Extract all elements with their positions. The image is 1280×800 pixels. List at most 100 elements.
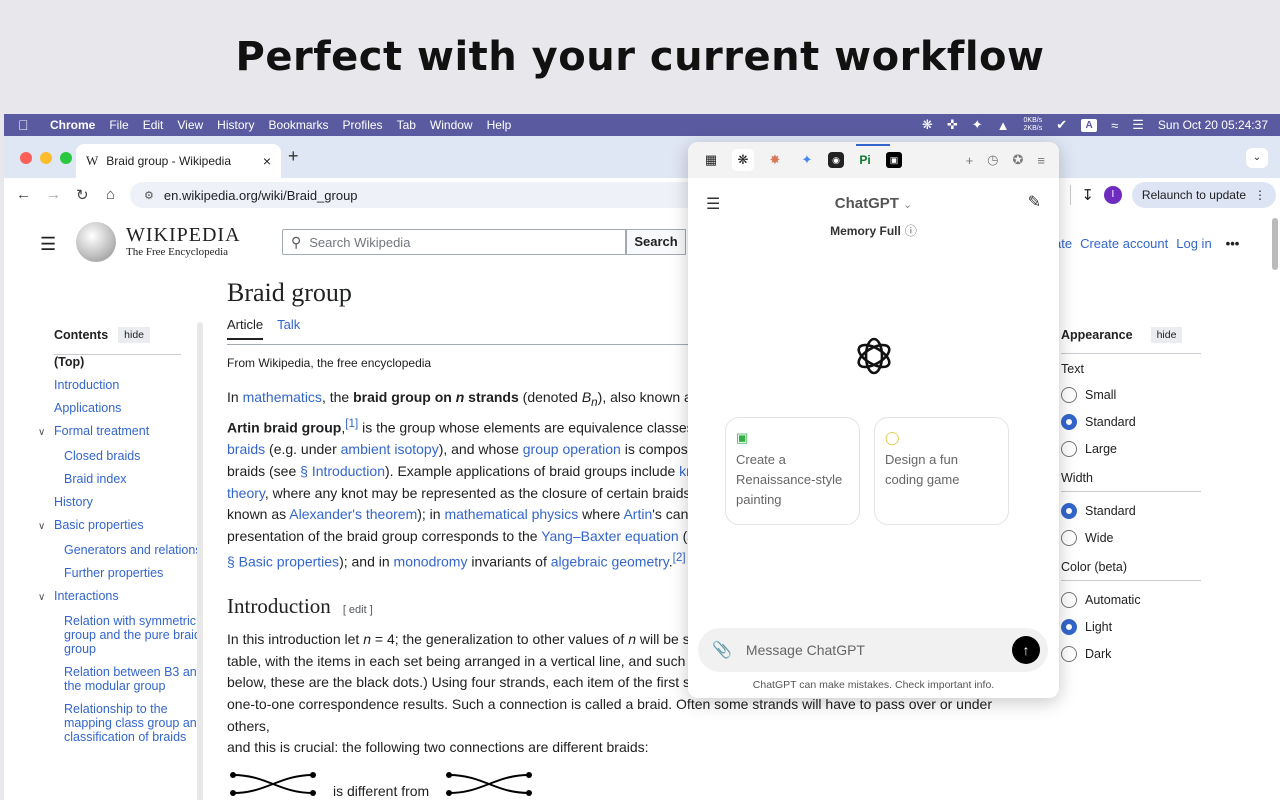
toc-item[interactable]: Relationship to the mapping class group … (54, 702, 204, 744)
history-icon[interactable]: ◷ (987, 152, 998, 168)
message-input[interactable]: 📎 Message ChatGPT ↑ (698, 628, 1048, 672)
cat-icon[interactable]: ▲ (997, 118, 1010, 133)
bird-icon[interactable]: ✔ (1056, 117, 1067, 133)
chevron-down-icon[interactable]: ∨ (38, 520, 54, 534)
chatgpt-menubar-icon[interactable]: ❋ (922, 117, 933, 133)
radio-option[interactable]: Large (1061, 441, 1201, 457)
model-selector[interactable]: ChatGPT ⌄ (835, 195, 912, 212)
main-menu-icon[interactable]: ☰ (40, 234, 56, 255)
new-chat-icon[interactable]: ✎ (1028, 192, 1041, 212)
radio-option[interactable]: Standard (1061, 503, 1201, 519)
pi-tab-icon[interactable]: Pi (854, 149, 876, 171)
copilot-tab-icon[interactable]: ◉ (828, 152, 844, 168)
link-braids[interactable]: braids (227, 441, 265, 457)
wikipedia-wordmark[interactable]: WIKIPEDIA (126, 224, 241, 247)
link-group-operation[interactable]: group operation (523, 441, 621, 457)
pin-icon[interactable]: ✪ (1013, 152, 1024, 168)
log-in-link[interactable]: Log in (1176, 236, 1211, 251)
toc-item[interactable]: Braid index (54, 472, 204, 486)
forward-icon[interactable]: → (46, 186, 61, 203)
suggestion-card-game[interactable]: ◯ Design a fun coding game (874, 417, 1009, 525)
suggestion-card-painting[interactable]: ▣ Create a Renaissance-style painting (725, 417, 860, 525)
wikipedia-globe-logo[interactable] (76, 222, 116, 262)
radio-button[interactable] (1061, 530, 1077, 546)
toc-item[interactable]: Generators and relations (54, 543, 204, 557)
crosshair-icon[interactable]: ✜ (947, 117, 958, 133)
wiki-search-input[interactable]: ⚲ Search Wikipedia (282, 229, 626, 255)
control-center-icon[interactable]: ☰ (1132, 117, 1144, 133)
home-icon[interactable]: ⌂ (106, 186, 115, 203)
toc-item[interactable]: Applications (54, 401, 204, 415)
site-info-icon[interactable]: ⚙ (144, 189, 154, 202)
page-scrollbar[interactable] (1272, 218, 1278, 270)
claude-tab-icon[interactable]: ✸ (764, 149, 786, 171)
toc-item[interactable]: ∨ Formal treatment (38, 424, 204, 440)
link-mathematics[interactable]: mathematics (243, 389, 322, 405)
toc-scrollbar[interactable] (197, 322, 203, 800)
menu-profiles[interactable]: Profiles (343, 118, 383, 132)
minimize-window-button[interactable] (40, 152, 52, 164)
toc-item[interactable]: ∨ Basic properties (38, 518, 204, 534)
reload-icon[interactable]: ↻ (76, 186, 89, 204)
perplexity-tab-icon[interactable]: ▣ (886, 152, 902, 168)
toc-item[interactable]: Relation between B3 and the modular grou… (54, 665, 204, 693)
tab-braid-group[interactable]: W Braid group - Wikipedia × (76, 144, 281, 178)
tab-search-button[interactable]: ⌄ (1246, 148, 1268, 168)
more-options-icon[interactable]: ••• (1226, 236, 1240, 251)
menu-window[interactable]: Window (430, 118, 473, 132)
menu-view[interactable]: View (177, 118, 203, 132)
toc-item[interactable]: Closed braids (54, 449, 204, 463)
toc-hide-button[interactable]: hide (118, 327, 151, 343)
tab-article[interactable]: Article (227, 314, 264, 341)
send-button[interactable]: ↑ (1012, 636, 1040, 664)
close-window-button[interactable] (20, 152, 32, 164)
menu-tab[interactable]: Tab (397, 118, 416, 132)
menu-history[interactable]: History (217, 118, 254, 132)
input-source-icon[interactable]: A (1081, 118, 1098, 132)
toc-item[interactable]: (Top) (54, 355, 204, 369)
toc-item[interactable]: ∨ Interactions (38, 589, 204, 605)
radio-option[interactable]: Dark (1061, 646, 1201, 662)
gemini-tab-icon[interactable]: ✦ (796, 149, 818, 171)
clock[interactable]: Sun Oct 20 05:24:37 (1158, 118, 1268, 132)
radio-option[interactable]: Standard (1061, 414, 1201, 430)
toc-item[interactable]: Further properties (54, 566, 204, 580)
radio-option[interactable]: Automatic (1061, 592, 1201, 608)
settings-sliders-icon[interactable]: ≡ (1037, 153, 1045, 168)
profile-avatar[interactable]: I (1103, 186, 1122, 204)
address-bar[interactable]: ⚙ en.wikipedia.org/wiki/Braid_group (130, 182, 700, 208)
radio-option[interactable]: Light (1061, 619, 1201, 635)
radio-button[interactable] (1061, 503, 1077, 519)
relaunch-button[interactable]: Relaunch to update ⋮ (1131, 182, 1276, 208)
chevron-down-icon[interactable]: ∨ (38, 591, 54, 605)
chevron-down-icon[interactable]: ∨ (38, 426, 54, 440)
edit-section-link[interactable]: [ edit ] (343, 600, 373, 622)
radio-button[interactable] (1061, 414, 1077, 430)
radio-button[interactable] (1061, 619, 1077, 635)
zoom-window-button[interactable] (60, 152, 72, 164)
appearance-hide-button[interactable]: hide (1150, 327, 1183, 343)
menu-chrome[interactable]: Chrome (50, 118, 95, 132)
sparkle-icon[interactable]: ✦ (972, 117, 983, 133)
menu-file[interactable]: File (109, 118, 128, 132)
menu-edit[interactable]: Edit (143, 118, 164, 132)
chatgpt-tab-icon[interactable]: ❋ (732, 149, 754, 171)
toc-item[interactable]: Relation with symmetric group and the pu… (54, 614, 204, 656)
tab-talk[interactable]: Talk (277, 314, 300, 341)
radio-button[interactable] (1061, 441, 1077, 457)
radio-option[interactable]: Small (1061, 387, 1201, 403)
create-account-link[interactable]: Create account (1080, 236, 1168, 251)
sidebar-toggle-icon[interactable]: ☰ (706, 194, 720, 214)
add-tab-icon[interactable]: + (966, 153, 974, 168)
back-icon[interactable]: ← (16, 186, 31, 203)
toc-item[interactable]: History (54, 495, 204, 509)
toc-item[interactable]: Introduction (54, 378, 204, 392)
link-ambient-isotopy[interactable]: ambient isotopy (341, 441, 439, 457)
apps-grid-icon[interactable]: ▦ (700, 149, 722, 171)
radio-button[interactable] (1061, 387, 1077, 403)
radio-option[interactable]: Wide (1061, 530, 1201, 546)
radio-button[interactable] (1061, 592, 1077, 608)
download-icon[interactable]: ↧ (1081, 186, 1094, 204)
menu-help[interactable]: Help (487, 118, 512, 132)
close-tab-icon[interactable]: × (263, 153, 271, 169)
